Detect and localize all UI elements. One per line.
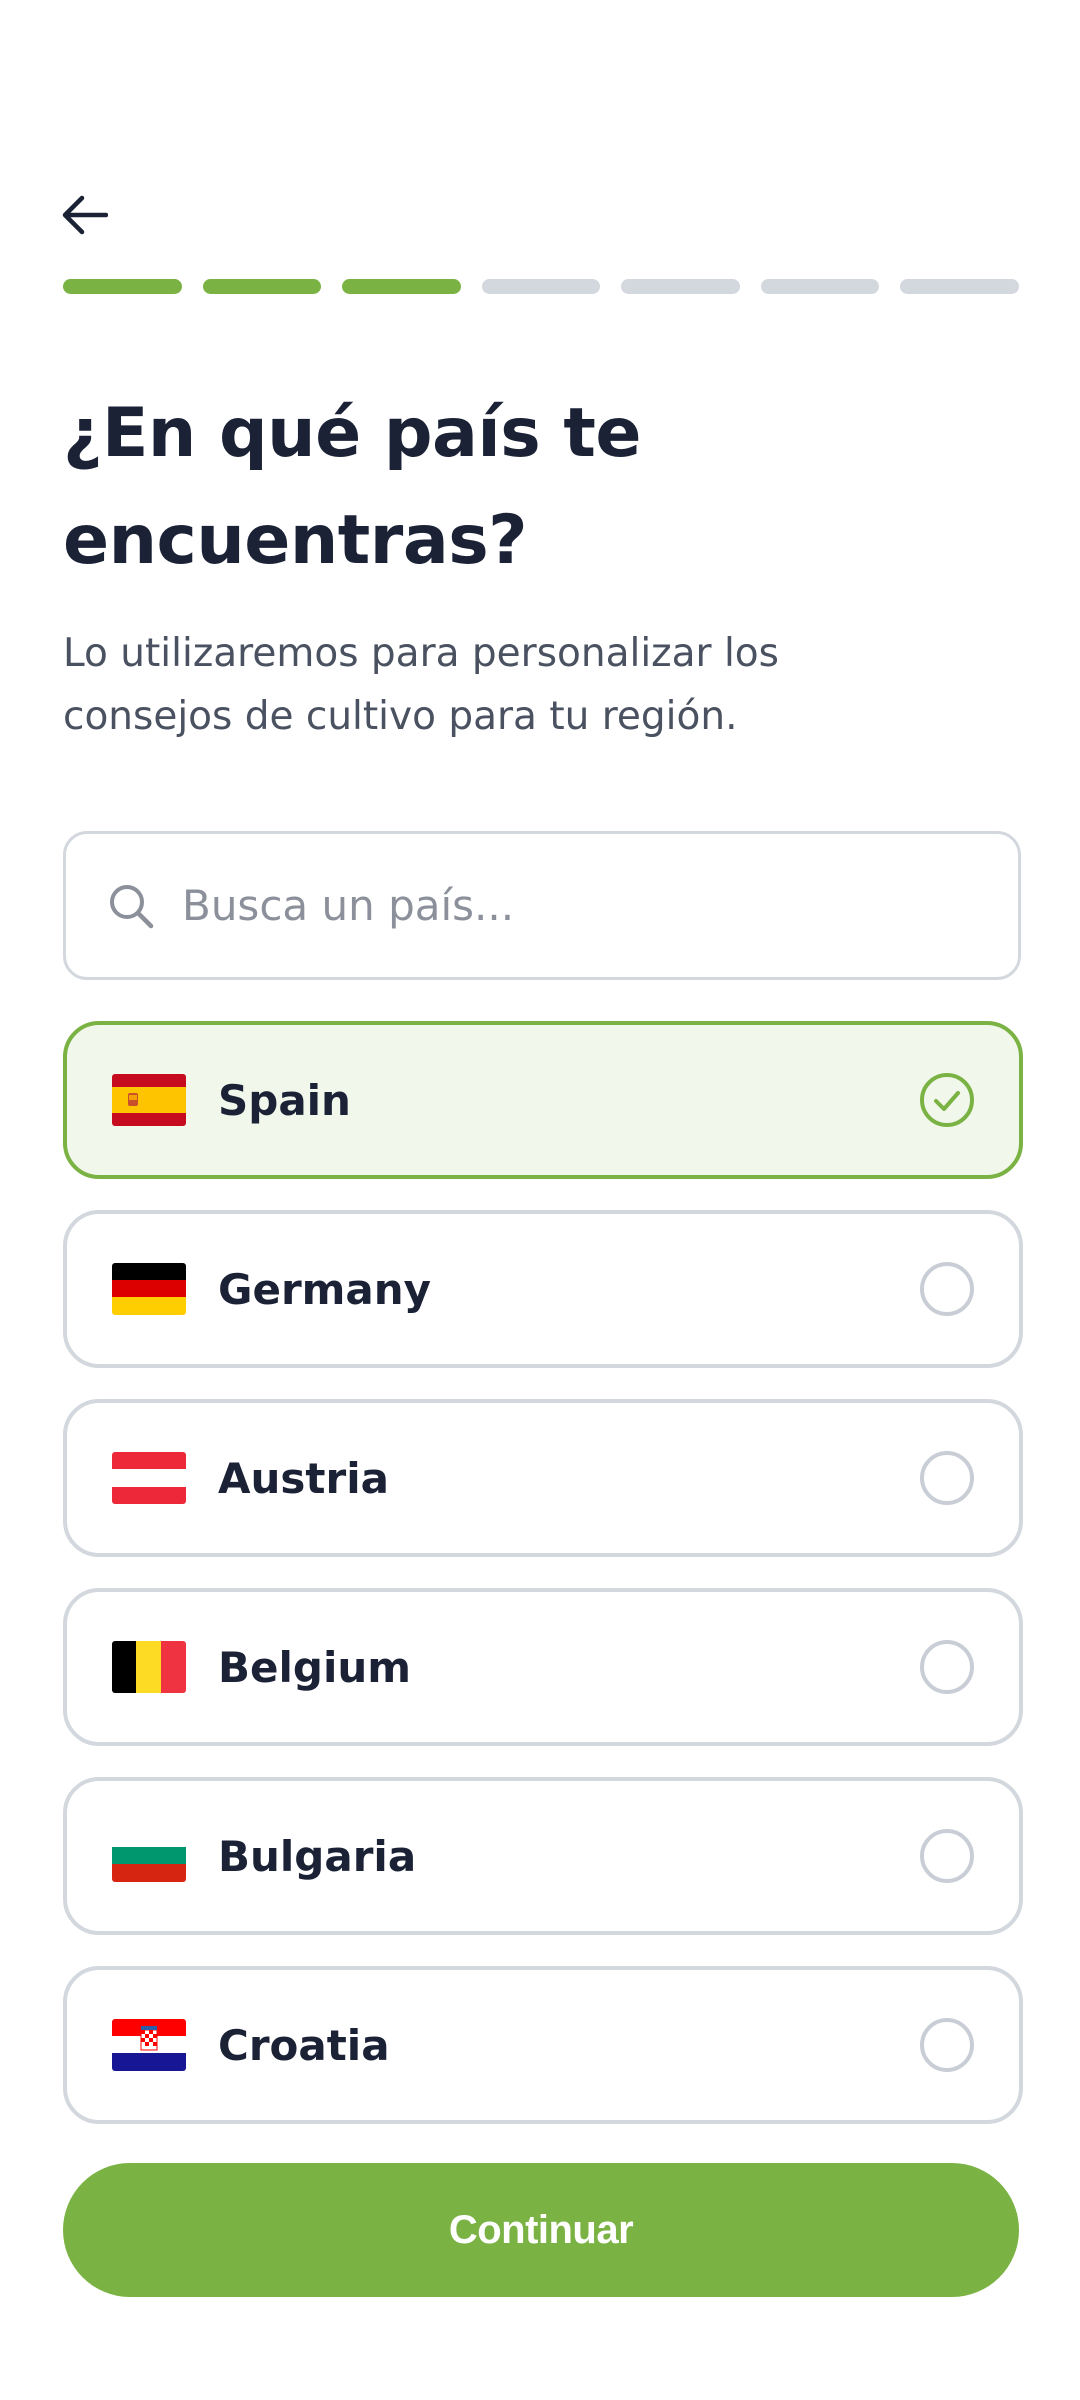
continue-button[interactable]: Continuar bbox=[63, 2163, 1019, 2297]
progress-bar bbox=[63, 279, 1020, 295]
germany-flag-icon bbox=[112, 1263, 186, 1315]
page-title: ¿En qué país te encuentras? bbox=[63, 394, 642, 580]
page-subtitle: Lo utilizaremos para personalizar los co… bbox=[63, 631, 779, 739]
progress-step bbox=[621, 279, 740, 294]
check-circle-icon bbox=[919, 1072, 975, 1128]
spain-flag-icon bbox=[112, 1074, 186, 1126]
country-option-croatia[interactable]: Croatia bbox=[63, 1966, 1023, 2124]
belgium-flag-icon bbox=[112, 1641, 186, 1693]
country-option-belgium[interactable]: Belgium bbox=[63, 1588, 1023, 1746]
progress-step bbox=[481, 279, 601, 294]
progress-step bbox=[202, 279, 322, 294]
country-name: Belgium bbox=[218, 1642, 412, 1692]
back-button[interactable] bbox=[58, 190, 112, 244]
search-icon bbox=[104, 879, 158, 933]
radio-unchecked-icon bbox=[919, 1450, 975, 1506]
search-input[interactable] bbox=[180, 880, 964, 931]
austria-flag-icon bbox=[112, 1452, 186, 1504]
country-name: Croatia bbox=[218, 2020, 390, 2070]
country-name: Spain bbox=[218, 1075, 351, 1125]
croatia-flag-icon bbox=[112, 2019, 186, 2071]
radio-unchecked-icon bbox=[919, 1828, 975, 1884]
country-option-bulgaria[interactable]: Bulgaria bbox=[63, 1777, 1023, 1935]
radio-unchecked-icon bbox=[919, 2017, 975, 2073]
country-name: Germany bbox=[218, 1264, 432, 1314]
progress-step bbox=[63, 279, 182, 294]
radio-unchecked-icon bbox=[919, 1639, 975, 1695]
arrow-left-icon bbox=[62, 195, 109, 239]
country-option-austria[interactable]: Austria bbox=[63, 1399, 1023, 1557]
bulgaria-flag-icon bbox=[112, 1830, 186, 1882]
radio-unchecked-icon bbox=[919, 1261, 975, 1317]
country-option-germany[interactable]: Germany bbox=[63, 1210, 1023, 1368]
search-field[interactable] bbox=[63, 831, 1021, 980]
progress-step bbox=[342, 279, 461, 294]
country-name: Austria bbox=[218, 1453, 389, 1503]
progress-step bbox=[900, 279, 1020, 294]
country-option-spain[interactable]: Spain bbox=[63, 1021, 1023, 1179]
progress-step bbox=[760, 279, 880, 294]
country-name: Bulgaria bbox=[218, 1831, 417, 1881]
